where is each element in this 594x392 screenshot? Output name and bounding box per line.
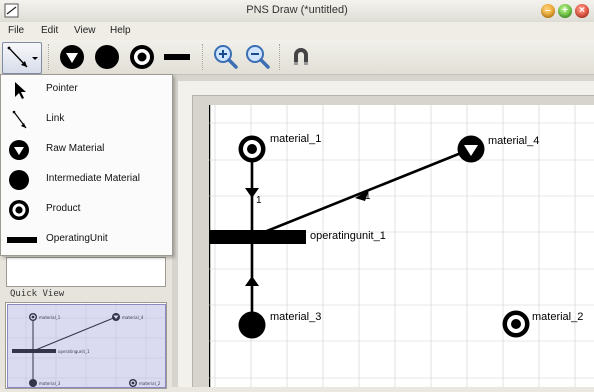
node-label-material-2: material_2 [532, 311, 584, 323]
node-label-material-1: material_1 [270, 133, 322, 145]
close-button[interactable]: × [575, 4, 589, 18]
menu-item-label: Pointer [46, 83, 78, 94]
magnet-icon [294, 48, 308, 65]
toolbar [0, 40, 594, 75]
toolbar-separator [202, 44, 204, 70]
edge-label: 1 [365, 191, 371, 202]
magnet-button[interactable] [287, 43, 315, 71]
zoom-out-icon [246, 45, 270, 69]
menu-item-raw-material[interactable]: Raw Material [1, 135, 172, 165]
menu-item-operating-unit[interactable]: OperatingUnit [1, 225, 172, 255]
ruler-top [178, 81, 594, 96]
toolbar-separator [279, 44, 281, 70]
menu-item-label: Raw Material [46, 143, 105, 154]
ruler-left [178, 95, 193, 387]
material-1-node[interactable] [238, 135, 266, 163]
operating-unit-icon [164, 54, 190, 60]
menu-item-pointer[interactable]: Pointer [1, 75, 172, 105]
operating-unit-node[interactable] [198, 230, 306, 244]
intermediate-material-icon [7, 169, 31, 191]
material-2-node[interactable] [502, 310, 530, 338]
intermediate-material-icon [95, 45, 119, 69]
operating-unit-tool[interactable] [163, 43, 191, 71]
product-icon [130, 45, 154, 69]
link-arrow-icon [7, 46, 38, 68]
intermediate-material-tool[interactable] [93, 43, 121, 71]
menu-file[interactable]: File [8, 25, 24, 36]
maximize-icon: + [562, 5, 568, 16]
link-tool-dropdown[interactable] [2, 42, 42, 74]
material-3-node[interactable] [238, 311, 266, 339]
diagram-canvas[interactable]: material_1 material_4 operatingunit_1 ma… [198, 105, 594, 392]
menu-item-product[interactable]: Product [1, 195, 172, 225]
pointer-icon [7, 79, 31, 101]
minimize-button[interactable]: – [541, 4, 555, 18]
zoom-in-icon [214, 45, 238, 69]
raw-material-icon [7, 139, 31, 161]
node-label-operatingunit-1: operatingunit_1 [310, 230, 386, 242]
menu-item-label: Link [46, 113, 65, 124]
quick-view-viewport[interactable] [7, 304, 166, 388]
toolbar-separator [48, 44, 50, 70]
title-bar: PNS Draw (*untitled) – + × [0, 0, 594, 23]
quick-view[interactable]: material_1 material_4 operatingunit_1 ma… [5, 302, 167, 389]
zoom-out-button[interactable] [243, 43, 271, 71]
link-icon [7, 109, 31, 131]
menu-view[interactable]: View [74, 25, 96, 36]
diagram-svg [198, 105, 594, 387]
menu-bar: File Edit View Help [0, 22, 594, 40]
material-4-node[interactable] [457, 135, 485, 163]
canvas-area[interactable]: material_1 material_4 operatingunit_1 ma… [172, 75, 594, 387]
maximize-button[interactable]: + [558, 4, 572, 18]
raw-material-tool[interactable] [58, 43, 86, 71]
menu-item-intermediate-material[interactable]: Intermediate Material [1, 165, 172, 195]
operating-unit-icon [7, 229, 37, 251]
quick-view-label: Quick View [10, 289, 65, 299]
node-label-material-3: material_3 [270, 311, 322, 323]
menu-edit[interactable]: Edit [41, 25, 58, 36]
menu-help[interactable]: Help [110, 25, 131, 36]
product-tool[interactable] [128, 43, 156, 71]
menu-item-label: Product [46, 203, 81, 214]
close-icon: × [579, 5, 585, 16]
menu-item-link[interactable]: Link [1, 105, 172, 135]
product-icon [7, 199, 31, 221]
palette-box [6, 257, 166, 287]
menu-item-label: OperatingUnit [46, 233, 108, 244]
menu-item-label: Intermediate Material [46, 173, 140, 184]
edge-label: 1 [256, 195, 262, 206]
zoom-in-button[interactable] [211, 43, 239, 71]
raw-material-icon [60, 45, 84, 69]
minimize-icon: – [545, 5, 551, 16]
node-label-material-4: material_4 [488, 135, 540, 147]
tool-menu: Pointer Link Raw Material Intermediate M… [0, 74, 173, 256]
window-title: PNS Draw (*untitled) [246, 4, 348, 16]
